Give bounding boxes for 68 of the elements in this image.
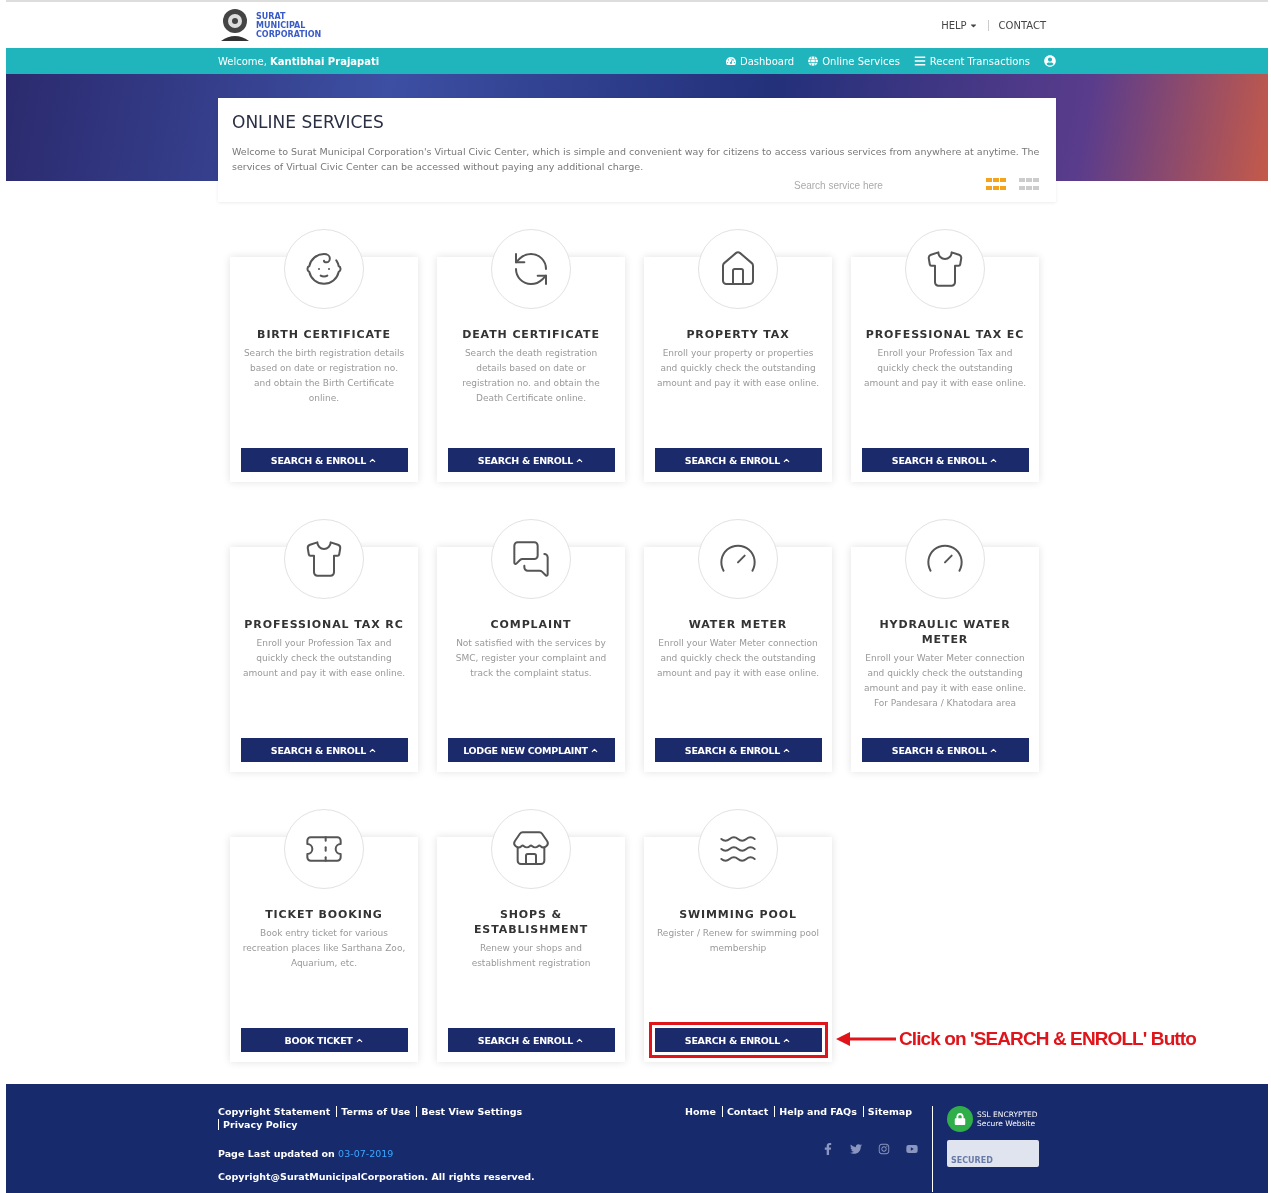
service-title: WATER METER [688, 617, 788, 632]
service-title: HYDRAULIC WATER METER [878, 617, 1012, 647]
arrow-icon [836, 1032, 896, 1046]
footer-link[interactable]: Privacy Policy [218, 1119, 304, 1130]
padlock-icon [947, 1106, 973, 1132]
service-title: BIRTH CERTIFICATE [257, 327, 391, 342]
shirt-icon [304, 539, 344, 579]
facebook-icon[interactable] [822, 1143, 834, 1155]
service-button[interactable]: SEARCH & ENROLL [240, 738, 408, 762]
service-button[interactable]: BOOK TICKET [240, 1028, 408, 1052]
youtube-icon[interactable] [906, 1143, 918, 1155]
twitter-icon[interactable] [850, 1143, 862, 1155]
service-button[interactable]: SEARCH & ENROLL [447, 448, 615, 472]
service-title: TICKET BOOKING [265, 907, 383, 922]
view-toggle-button[interactable] [1019, 178, 1042, 192]
service-title: PROPERTY TAX [686, 327, 790, 342]
last-updated-text: Page Last updated on 03-07-2019 [218, 1148, 395, 1159]
chat-icon [511, 539, 551, 579]
globe-icon [808, 56, 819, 66]
shirt-icon [925, 249, 965, 289]
service-button[interactable]: SEARCH & ENROLL [654, 738, 822, 762]
logo-text: MUNICIPAL [256, 20, 307, 30]
service-title: SWIMMING POOL [679, 907, 797, 922]
header-link[interactable]: CONTACT [987, 19, 1056, 31]
menu-icon [913, 55, 926, 67]
footer-link[interactable]: Copyright Statement [218, 1106, 337, 1117]
service-description: Enroll your Water Meter connection and quickly check the outstanding amount and pay it with ease online. For Pandesara / Khatodara area [863, 652, 1027, 710]
footer-link[interactable]: Sitemap [862, 1106, 918, 1117]
service-button[interactable]: SEARCH & ENROLL [654, 448, 822, 472]
service-title: SHOPS & ESTABLISHMENT [472, 907, 590, 937]
service-button[interactable]: SEARCH & ENROLL [861, 448, 1029, 472]
service-description: Enroll your Profession Tax and quickly check the outstanding amount and pay it with ease online. [242, 637, 406, 680]
service-description: Search the death registration details based on date or registration no. and obtain the Death Certificate online. [461, 347, 601, 405]
service-button[interactable]: SEARCH & ENROLL [447, 1028, 615, 1052]
header-link[interactable]: HELP [931, 19, 988, 31]
service-button[interactable]: SEARCH & ENROLL [240, 448, 408, 472]
service-description: Enroll your Water Meter connection and quickly check the outstanding amount and pay it with ease online. [656, 637, 820, 680]
footer-link[interactable]: Contact [721, 1106, 775, 1117]
footer-link[interactable]: Home [685, 1106, 722, 1117]
service-title: PROFESSIONAL TAX RC [244, 617, 404, 632]
service-description: Book entry ticket for various recreation places like Sarthana Zoo, Aquarium, etc. [242, 927, 406, 970]
service-description: Renew your shops and establishment registration [470, 942, 592, 970]
page-title: ONLINE SERVICES [232, 112, 385, 132]
security-seal: SECURED [947, 1140, 1039, 1167]
footer-link[interactable]: Best View Settings [416, 1106, 529, 1117]
dashboard-icon [725, 56, 736, 66]
view-toggle-button[interactable] [986, 178, 1009, 192]
logo-text: CORPORATION [256, 29, 322, 39]
annotation-text: Click on 'SEARCH & ENROLL' Butto [899, 1028, 1196, 1050]
service-description: Search the birth registration details based on date or registration no. and obtain the Birth Certificate online. [242, 347, 406, 405]
copyright-text: Copyright@SuratMunicipalCorporation. All rights reserved. [218, 1171, 536, 1182]
service-description: Not satisfied with the services by SMC, register your complaint and track the complaint status. [454, 637, 608, 680]
service-description: Enroll your Profession Tax and quickly check the outstanding amount and pay it with ease online. [863, 347, 1027, 390]
service-button[interactable]: SEARCH & ENROLL [861, 738, 1029, 762]
intro-text: Welcome to Surat Municipal Corporation's Virtual Civic Center, which is simple and convenient way for citizens to access various services from anywhere at anytime. The services of Virtual Civic Center can be accessed without paying any additional charge. [232, 145, 1041, 174]
service-title: DEATH CERTIFICATE [462, 327, 600, 342]
service-description: Enroll your property or properties and quickly check the outstanding amount and pay it with ease online. [656, 347, 820, 390]
welcome-text: Welcome, Kantibhai Prajapati [218, 55, 380, 67]
footer-link[interactable]: Terms of Use [336, 1106, 417, 1117]
user-menu-icon[interactable] [1044, 55, 1056, 67]
service-title: PROFESSIONAL TAX EC [865, 327, 1025, 342]
service-button[interactable]: LODGE NEW COMPLAINT [447, 738, 615, 762]
service-description: Register / Renew for swimming pool membership [656, 927, 820, 955]
service-button[interactable]: SEARCH & ENROLL [654, 1028, 822, 1052]
logo-text: SURAT [256, 11, 287, 21]
instagram-icon[interactable] [878, 1143, 890, 1155]
service-title: COMPLAINT [490, 617, 572, 632]
footer-link[interactable]: Help and FAQs [774, 1106, 863, 1117]
